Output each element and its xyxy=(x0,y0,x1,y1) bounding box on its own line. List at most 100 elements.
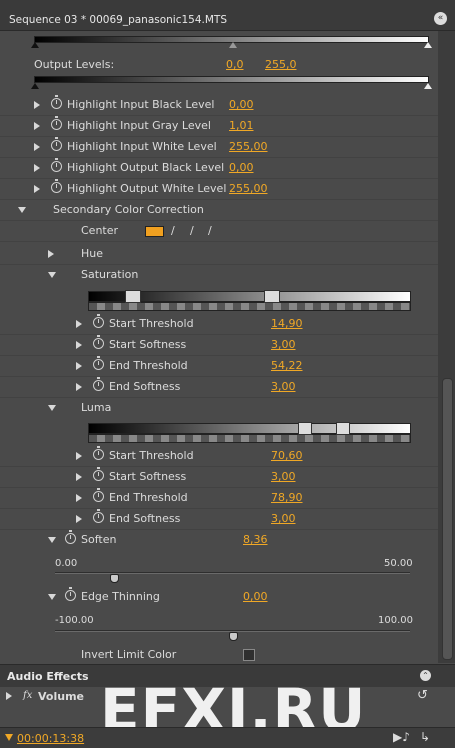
edge-thinning-row[interactable]: Edge Thinning 0,00 xyxy=(0,586,438,607)
param-row[interactable]: Highlight Output Black Level 0,00 xyxy=(0,157,438,179)
soften-slider-knob[interactable] xyxy=(110,574,120,583)
saturation-param-value[interactable]: 14,90 xyxy=(271,317,303,330)
soften-value[interactable]: 8,36 xyxy=(243,533,268,546)
expand-arrow-icon[interactable] xyxy=(76,473,82,481)
param-value[interactable]: 1,01 xyxy=(229,119,254,132)
saturation-start-handle[interactable] xyxy=(125,290,141,303)
hue-row[interactable]: Hue xyxy=(0,243,438,265)
saturation-param-value[interactable]: 54,22 xyxy=(271,359,303,372)
center-color-swatch[interactable] xyxy=(145,226,164,237)
expand-arrow-icon[interactable] xyxy=(76,362,82,370)
luma-row[interactable]: Luma xyxy=(0,397,438,418)
luma-param-value[interactable]: 70,60 xyxy=(271,449,303,462)
expand-arrow-icon[interactable] xyxy=(76,452,82,460)
expand-arrow-icon[interactable] xyxy=(34,143,40,151)
stopwatch-icon[interactable] xyxy=(93,467,104,481)
luma-start-handle[interactable] xyxy=(298,422,312,435)
param-value[interactable]: 0,00 xyxy=(229,98,254,111)
luma-param-value[interactable]: 3,00 xyxy=(271,470,296,483)
stopwatch-icon[interactable] xyxy=(93,356,104,370)
stopwatch-icon[interactable] xyxy=(93,488,104,502)
output-levels-gradient[interactable] xyxy=(34,76,429,83)
saturation-param-row[interactable]: End Softness 3,00 xyxy=(0,376,438,398)
fx-badge[interactable]: fx xyxy=(23,690,32,701)
stopwatch-icon[interactable] xyxy=(51,179,62,193)
luma-param-value[interactable]: 3,00 xyxy=(271,512,296,525)
invert-limit-color-checkbox[interactable] xyxy=(243,649,255,661)
export-icon[interactable]: ↳ xyxy=(420,730,430,744)
expand-arrow-icon[interactable] xyxy=(34,122,40,130)
timecode[interactable]: 00:00:13:38 xyxy=(17,732,84,745)
luma-param-row[interactable]: End Threshold 78,90 xyxy=(0,487,438,509)
eyedropper-icon[interactable]: ∕ xyxy=(171,225,181,236)
output-black-handle[interactable] xyxy=(31,83,39,89)
expand-arrow-icon[interactable] xyxy=(76,383,82,391)
stopwatch-icon[interactable] xyxy=(93,446,104,460)
param-row[interactable]: Highlight Input White Level 255,00 xyxy=(0,136,438,158)
expand-arrow-icon[interactable] xyxy=(48,250,54,258)
edge-thinning-slider-knob[interactable] xyxy=(228,632,238,641)
param-row[interactable]: Highlight Input Gray Level 1,01 xyxy=(0,115,438,137)
saturation-param-value[interactable]: 3,00 xyxy=(271,380,296,393)
saturation-param-row[interactable]: Start Softness 3,00 xyxy=(0,334,438,356)
param-value[interactable]: 255,00 xyxy=(229,140,268,153)
param-value[interactable]: 0,00 xyxy=(229,161,254,174)
output-levels-low[interactable]: 0,0 xyxy=(226,58,244,71)
saturation-row[interactable]: Saturation xyxy=(0,264,438,285)
expand-arrow-icon[interactable] xyxy=(34,101,40,109)
input-black-handle[interactable] xyxy=(31,42,39,48)
expand-arrow-icon[interactable] xyxy=(76,515,82,523)
luma-param-row[interactable]: Start Softness 3,00 xyxy=(0,466,438,488)
secondary-color-correction-row[interactable]: Secondary Color Correction xyxy=(0,199,438,221)
panel-menu-icon[interactable]: « xyxy=(434,12,447,25)
stopwatch-icon[interactable] xyxy=(65,587,76,601)
expand-arrow-icon[interactable] xyxy=(76,320,82,328)
collapse-section-icon[interactable]: ⌃ xyxy=(420,670,431,681)
stopwatch-icon[interactable] xyxy=(65,530,76,544)
luma-end-handle[interactable] xyxy=(336,422,350,435)
param-row[interactable]: Highlight Output White Level 255,00 xyxy=(0,178,438,200)
collapse-arrow-icon[interactable] xyxy=(18,207,26,213)
collapse-arrow-icon[interactable] xyxy=(48,405,56,411)
soften-min: 0.00 xyxy=(55,558,78,569)
expand-arrow-icon[interactable] xyxy=(76,341,82,349)
stopwatch-icon[interactable] xyxy=(51,137,62,151)
luma-param-row[interactable]: Start Threshold 70,60 xyxy=(0,445,438,467)
expand-arrow-icon[interactable] xyxy=(34,164,40,172)
expand-arrow-icon[interactable] xyxy=(6,692,12,700)
expand-arrow-icon[interactable] xyxy=(76,494,82,502)
stopwatch-icon[interactable] xyxy=(93,314,104,328)
stopwatch-icon[interactable] xyxy=(93,377,104,391)
param-value[interactable]: 255,00 xyxy=(229,182,268,195)
soften-row[interactable]: Soften 8,36 xyxy=(0,529,438,550)
center-row: Center ∕ ∕ ∕ xyxy=(0,220,438,242)
luma-param-row[interactable]: End Softness 3,00 xyxy=(0,508,438,530)
stopwatch-icon[interactable] xyxy=(51,158,62,172)
output-levels-high[interactable]: 255,0 xyxy=(265,58,297,71)
eyedropper-plus-icon[interactable]: ∕ xyxy=(190,225,200,236)
input-white-handle[interactable] xyxy=(424,42,432,48)
saturation-end-handle[interactable] xyxy=(264,290,280,303)
soften-slider-track[interactable] xyxy=(55,572,410,574)
collapse-arrow-icon[interactable] xyxy=(48,272,56,278)
reset-icon[interactable]: ↺ xyxy=(417,688,428,703)
collapse-arrow-icon[interactable] xyxy=(48,537,56,543)
eyedropper-minus-icon[interactable]: ∕ xyxy=(208,225,218,236)
collapse-arrow-icon[interactable] xyxy=(48,594,56,600)
saturation-param-row[interactable]: Start Threshold 14,90 xyxy=(0,313,438,335)
stopwatch-icon[interactable] xyxy=(51,95,62,109)
input-gray-handle[interactable] xyxy=(229,42,237,48)
play-audio-icon[interactable]: ▶♪ xyxy=(393,730,410,744)
luma-param-value[interactable]: 78,90 xyxy=(271,491,303,504)
stopwatch-icon[interactable] xyxy=(51,116,62,130)
stopwatch-icon[interactable] xyxy=(93,509,104,523)
output-white-handle[interactable] xyxy=(424,83,432,89)
saturation-param-value[interactable]: 3,00 xyxy=(271,338,296,351)
param-row[interactable]: Highlight Input Black Level 0,00 xyxy=(0,94,438,116)
stopwatch-icon[interactable] xyxy=(93,335,104,349)
saturation-param-row[interactable]: End Threshold 54,22 xyxy=(0,355,438,377)
scrollbar-thumb[interactable] xyxy=(442,378,453,660)
luma-range-gradient[interactable] xyxy=(88,423,411,434)
edge-thinning-value[interactable]: 0,00 xyxy=(243,590,268,603)
expand-arrow-icon[interactable] xyxy=(34,185,40,193)
